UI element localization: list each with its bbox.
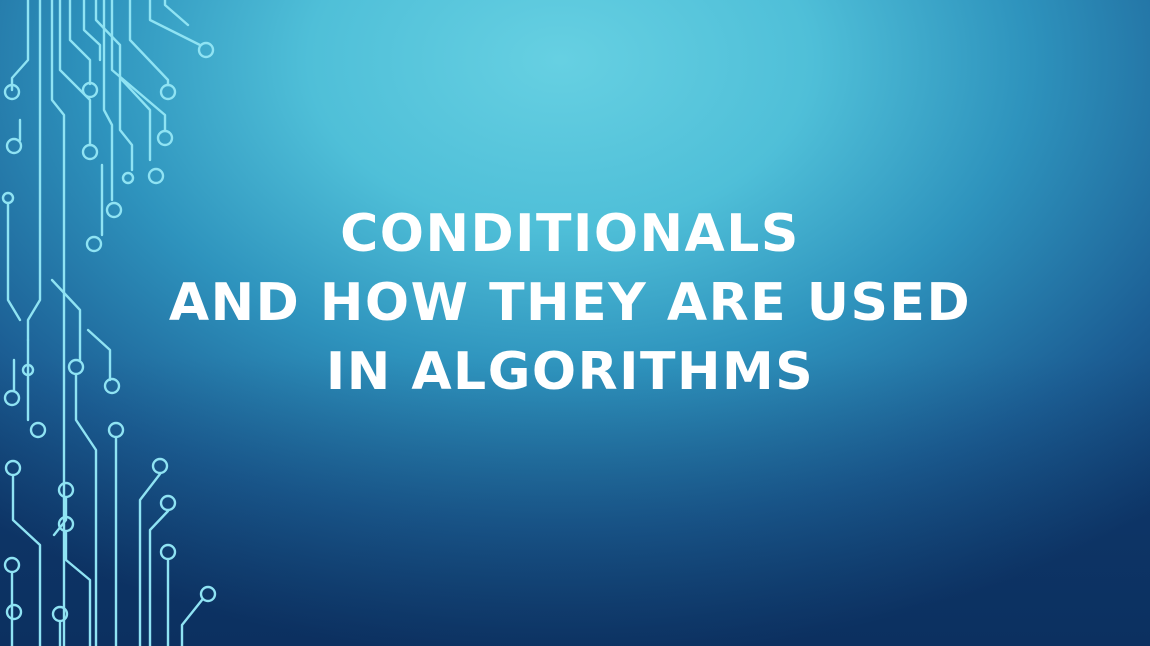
title-line-2: AND HOW THEY ARE USED: [168, 273, 972, 333]
title-line-3: IN ALGORITHMS: [325, 342, 815, 402]
presentation-slide: CONDITIONALS AND HOW THEY ARE USED IN AL…: [0, 0, 1150, 646]
slide-title: CONDITIONALS AND HOW THEY ARE USED IN AL…: [130, 200, 1010, 407]
title-line-1: CONDITIONALS: [340, 204, 800, 264]
